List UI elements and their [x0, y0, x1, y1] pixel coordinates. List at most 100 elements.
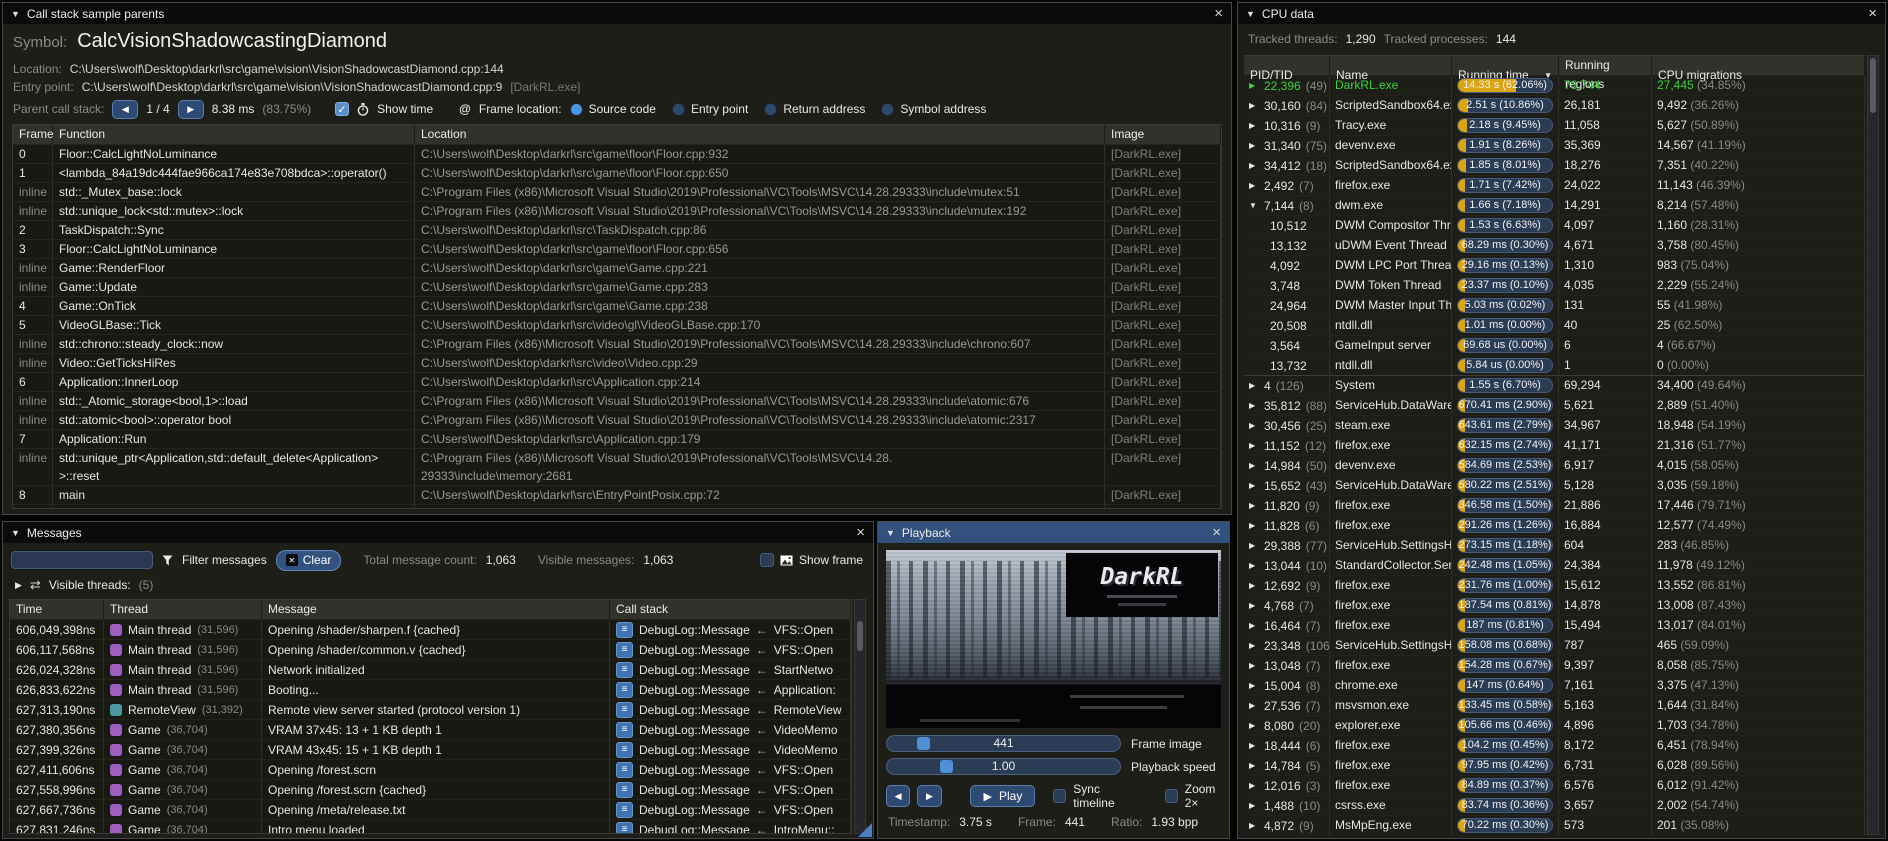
expand-arrow-icon[interactable]: ▶ — [1249, 737, 1259, 755]
callstack-cell[interactable]: ≡DebugLog::Message←VFS::Open — [610, 800, 851, 819]
expand-arrow-icon[interactable]: ▶ — [1249, 397, 1259, 415]
expand-arrow-icon[interactable]: ▶ — [1249, 437, 1259, 455]
callstack-list-icon[interactable]: ≡ — [616, 742, 633, 758]
expand-arrow-icon[interactable]: ▶ — [1249, 97, 1259, 115]
expand-arrow-icon[interactable]: ▶ — [1249, 477, 1259, 495]
expand-arrow-icon[interactable]: ▶ — [1249, 557, 1259, 575]
sync-timeline-label[interactable]: Sync timeline — [1073, 782, 1139, 810]
process-row[interactable]: ▶12,692(9)firefox.exe231.76 ms (1.00%)15… — [1244, 575, 1865, 595]
callstack-list-icon[interactable]: ≡ — [616, 722, 633, 738]
process-row[interactable]: 13,132uDWM Event Thread68.29 ms (0.30%)4… — [1244, 235, 1865, 255]
column-header-message[interactable]: Message — [262, 600, 610, 619]
expand-arrow-icon[interactable]: ▶ — [1249, 417, 1259, 435]
expand-arrow-icon[interactable]: ▶ — [1249, 597, 1259, 615]
frame-location-radio-source-code[interactable]: Source code — [570, 102, 656, 116]
process-row[interactable]: ▶11,828(6)firefox.exe291.26 ms (1.26%)16… — [1244, 515, 1865, 535]
process-row[interactable]: 20,508ntdll.dll1.01 ms (0.00%)4025 (62.5… — [1244, 315, 1865, 335]
process-row[interactable]: ▶29,388(77)ServiceHub.SettingsHost273.15… — [1244, 535, 1865, 555]
process-row[interactable]: ▶15,004(8)chrome.exe147 ms (0.64%)7,1613… — [1244, 675, 1865, 695]
expand-arrow-icon[interactable]: ▶ — [1249, 137, 1259, 155]
process-row[interactable]: ▶4,768(7)firefox.exe187.54 ms (0.81%)14,… — [1244, 595, 1865, 615]
process-row[interactable]: ▶4,872(9)MsMpEng.exe70.22 ms (0.30%)5732… — [1244, 815, 1865, 835]
column-header-frame[interactable]: Frame — [13, 125, 53, 144]
column-header-function[interactable]: Function — [53, 125, 415, 144]
process-row[interactable]: ▶34,412(18)ScriptedSandbox64.exe1.85 s (… — [1244, 155, 1865, 175]
expand-arrow-icon[interactable]: ▶ — [1249, 77, 1259, 95]
frame-image-slider[interactable]: 441 — [886, 735, 1121, 752]
process-row[interactable]: ▶31,340(75)devenv.exe1.91 s (8.26%)35,36… — [1244, 135, 1865, 155]
callstack-cell[interactable]: ≡DebugLog::Message←StartNetwo — [610, 660, 851, 679]
process-row[interactable]: ▶11,152(12)firefox.exe632.15 ms (2.74%)4… — [1244, 435, 1865, 455]
callstack-cell[interactable]: ≡DebugLog::Message←VFS::Open — [610, 620, 851, 639]
close-icon[interactable]: × — [856, 525, 865, 540]
table-row[interactable]: inlinestd::unique_ptr<Application,std::d… — [13, 448, 1221, 485]
process-row[interactable]: ▶23,348(106)ServiceHub.SettingsHost158.0… — [1244, 635, 1865, 655]
expand-icon[interactable]: ▶ — [15, 580, 22, 591]
process-row[interactable]: 4,092DWM LPC Port Thread29.16 ms (0.13%)… — [1244, 255, 1865, 275]
table-row[interactable]: 7Application::RunC:\Users\wolf\Desktop\d… — [13, 429, 1221, 448]
frame-location-radio-entry-point[interactable]: Entry point — [672, 102, 748, 116]
play-button[interactable]: ▶ Play — [970, 785, 1035, 807]
playback-titlebar[interactable]: ▼ Playback × — [878, 522, 1229, 543]
messages-titlebar[interactable]: ▼ Messages × — [3, 522, 873, 543]
expand-arrow-icon[interactable]: ▶ — [1249, 457, 1259, 475]
callstack-titlebar[interactable]: ▼ Call stack sample parents × — [3, 3, 1231, 24]
process-row[interactable]: ▶15,652(43)ServiceHub.DataWarehou580.22 … — [1244, 475, 1865, 495]
callstack-cell[interactable]: ≡DebugLog::Message←VideoMemo — [610, 720, 851, 739]
close-icon[interactable]: × — [1212, 525, 1221, 540]
callstack-cell[interactable]: ≡DebugLog::Message←Application: — [610, 680, 851, 699]
filter-input[interactable] — [11, 551, 153, 569]
table-row[interactable]: 8mainC:\Users\wolf\Desktop\darkrl\src\En… — [13, 485, 1221, 504]
radio-icon[interactable] — [570, 103, 583, 116]
process-row[interactable]: ▶2,492(7)firefox.exe1.71 s (7.42%)24,022… — [1244, 175, 1865, 195]
step-forward-button[interactable]: ▶ — [917, 785, 941, 807]
process-row[interactable]: ▶12,016(3)firefox.exe84.89 ms (0.37%)6,5… — [1244, 775, 1865, 795]
expand-arrow-icon[interactable]: ▶ — [1249, 717, 1259, 735]
process-row[interactable]: ▶10,316(9)Tracy.exe2.18 s (9.45%)11,0585… — [1244, 115, 1865, 135]
collapse-icon[interactable]: ▼ — [11, 9, 20, 19]
clear-button[interactable]: ✕ Clear — [276, 550, 342, 571]
expand-arrow-icon[interactable]: ▶ — [1249, 657, 1259, 675]
expand-arrow-icon[interactable]: ▶ — [1249, 817, 1259, 835]
process-row[interactable]: ▶35,812(88)ServiceHub.DataWarehou670.41 … — [1244, 395, 1865, 415]
column-header-callstack[interactable]: Call stack — [610, 600, 851, 619]
table-row[interactable]: inlinestd::unique_lock<std::mutex>::lock… — [13, 201, 1221, 220]
radio-icon[interactable] — [881, 103, 894, 116]
process-row[interactable]: 3,564GameInput server69.68 us (0.00%)64 … — [1244, 335, 1865, 355]
expand-arrow-icon[interactable]: ▶ — [1249, 157, 1259, 175]
collapse-icon[interactable]: ▼ — [886, 528, 895, 538]
expand-arrow-icon[interactable]: ▶ — [1249, 677, 1259, 695]
expand-arrow-icon[interactable]: ▶ — [1249, 577, 1259, 595]
process-row[interactable]: 10,512DWM Compositor Thread1.53 s (6.63%… — [1244, 215, 1865, 235]
show-frame-checkbox[interactable] — [760, 553, 774, 567]
message-row[interactable]: 626,024,328nsMain thread(31,596)Network … — [10, 659, 851, 679]
step-back-button[interactable]: ◀ — [886, 785, 910, 807]
process-row[interactable]: 3,748DWM Token Thread23.37 ms (0.10%)4,0… — [1244, 275, 1865, 295]
process-row[interactable]: 13,732ntdll.dll5.84 us (0.00%)10 (0.00%) — [1244, 355, 1865, 375]
process-row[interactable]: ▶14,984(50)devenv.exe584.69 ms (2.53%)6,… — [1244, 455, 1865, 475]
table-row[interactable]: 4Game::OnTickC:\Users\wolf\Desktop\darkr… — [13, 296, 1221, 315]
process-row[interactable]: ▶22,396(49)DarkRL.exe14.33 s (62.06%)78,… — [1244, 75, 1865, 95]
table-row[interactable]: 3Floor::CalcLightNoLuminanceC:\Users\wol… — [13, 239, 1221, 258]
table-row[interactable]: inlineGame::UpdateC:\Users\wolf\Desktop\… — [13, 277, 1221, 296]
process-row[interactable]: ▶27,536(7)msvsmon.exe133.45 ms (0.58%)5,… — [1244, 695, 1865, 715]
callstack-list-icon[interactable]: ≡ — [616, 662, 633, 678]
expand-arrow-icon[interactable]: ▶ — [1249, 117, 1259, 135]
callstack-cell[interactable]: ≡DebugLog::Message←VideoMemo — [610, 740, 851, 759]
column-header-location[interactable]: Location — [415, 125, 1105, 144]
callstack-list-icon[interactable]: ≡ — [616, 782, 633, 798]
expand-arrow-icon[interactable]: ▶ — [1249, 377, 1259, 395]
cpu-titlebar[interactable]: ▼ CPU data × — [1238, 3, 1885, 24]
expand-arrow-icon[interactable]: ▶ — [1249, 697, 1259, 715]
callstack-list-icon[interactable]: ≡ — [616, 622, 633, 638]
callstack-list-icon[interactable]: ≡ — [616, 822, 633, 835]
expand-arrow-icon[interactable]: ▶ — [1249, 177, 1259, 195]
next-callstack-button[interactable]: ▶ — [178, 100, 204, 119]
expand-arrow-icon[interactable]: ▶ — [1249, 637, 1259, 655]
table-row[interactable]: 1<lambda_84a19dc444fae966ca174e83e708bdc… — [13, 163, 1221, 182]
message-row[interactable]: 626,833,622nsMain thread(31,596)Booting.… — [10, 679, 851, 699]
messages-scrollbar[interactable] — [854, 599, 866, 834]
expand-arrow-icon[interactable]: ▶ — [1249, 777, 1259, 795]
frame-location-radio-return-address[interactable]: Return address — [764, 102, 865, 116]
process-row[interactable]: ▶13,044(10)StandardCollector.Servic242.4… — [1244, 555, 1865, 575]
